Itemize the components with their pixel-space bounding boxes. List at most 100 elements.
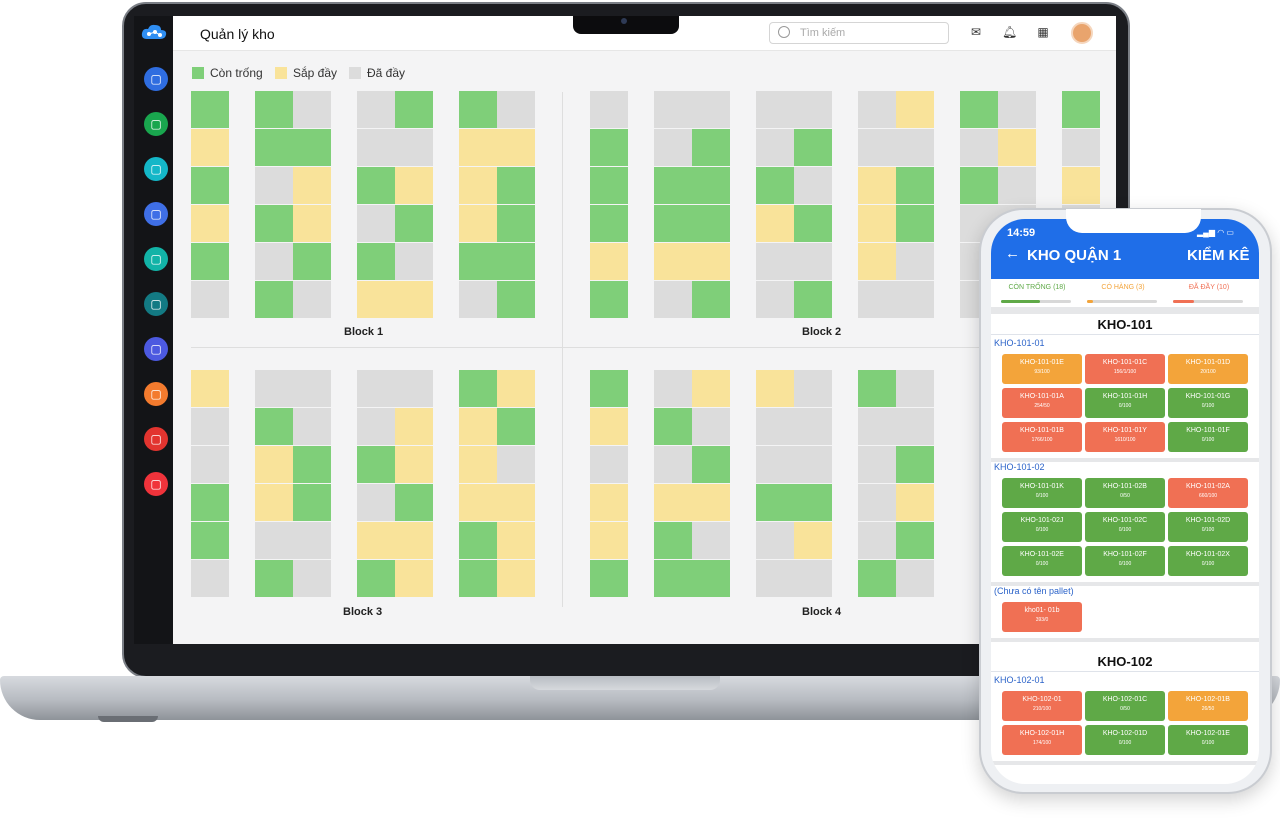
pallet-card[interactable]: KHO-101-02D 0/100 <box>1168 512 1248 542</box>
storage-cell[interactable] <box>896 129 934 166</box>
pallet-card[interactable]: KHO-101-01G 0/100 <box>1168 388 1248 418</box>
storage-cell[interactable] <box>191 129 229 166</box>
users-icon[interactable]: ▢ <box>144 157 168 181</box>
storage-cell[interactable] <box>497 408 535 445</box>
pallet-card[interactable]: KHO-102-01H 174/100 <box>1002 725 1082 755</box>
storage-cell[interactable] <box>459 408 497 445</box>
storage-cell[interactable] <box>692 129 730 166</box>
storage-cell[interactable] <box>293 522 331 559</box>
storage-cell[interactable] <box>794 484 832 521</box>
storage-cell[interactable] <box>998 129 1036 166</box>
storage-cell[interactable] <box>794 446 832 483</box>
storage-cell[interactable] <box>191 408 229 445</box>
storage-cell[interactable] <box>497 91 535 128</box>
storage-cell[interactable] <box>459 560 497 597</box>
storage-cell[interactable] <box>794 129 832 166</box>
storage-cell[interactable] <box>255 484 293 521</box>
storage-cell[interactable] <box>191 205 229 242</box>
storage-cell[interactable] <box>590 446 628 483</box>
storage-cell[interactable] <box>357 205 395 242</box>
storage-cell[interactable] <box>357 243 395 280</box>
storage-cell[interactable] <box>395 522 433 559</box>
storage-cell[interactable] <box>497 446 535 483</box>
storage-cell[interactable] <box>255 281 293 318</box>
storage-cell[interactable] <box>756 560 794 597</box>
storage-cell[interactable] <box>395 446 433 483</box>
storage-cell[interactable] <box>357 560 395 597</box>
pallet-card[interactable]: KHO-101-01F 0/100 <box>1168 422 1248 452</box>
storage-cell[interactable] <box>497 167 535 204</box>
storage-cell[interactable] <box>692 281 730 318</box>
storage-cell[interactable] <box>858 408 896 445</box>
storage-cell[interactable] <box>1062 167 1100 204</box>
storage-cell[interactable] <box>459 522 497 559</box>
pallet-card[interactable]: kho01- 01b 393/0 <box>1002 602 1082 632</box>
storage-cell[interactable] <box>896 167 934 204</box>
storage-cell[interactable] <box>395 370 433 407</box>
storage-cell[interactable] <box>459 129 497 166</box>
storage-cell[interactable] <box>692 91 730 128</box>
storage-cell[interactable] <box>293 560 331 597</box>
pallet-card[interactable]: KHO-101-01B 1766/100 <box>1002 422 1082 452</box>
storage-cell[interactable] <box>654 167 692 204</box>
pallet-card[interactable]: KHO-101-02B 0/50 <box>1085 478 1165 508</box>
storage-cell[interactable] <box>756 446 794 483</box>
pallet-card[interactable]: KHO-102-01B 26/50 <box>1168 691 1248 721</box>
storage-cell[interactable] <box>191 446 229 483</box>
storage-cell[interactable] <box>459 205 497 242</box>
storage-cell[interactable] <box>357 522 395 559</box>
pallet-card[interactable]: KHO-102-01D 0/100 <box>1085 725 1165 755</box>
storage-cell[interactable] <box>255 129 293 166</box>
storage-cell[interactable] <box>293 446 331 483</box>
storage-cell[interactable] <box>756 91 794 128</box>
storage-cell[interactable] <box>590 370 628 407</box>
storage-cell[interactable] <box>858 370 896 407</box>
storage-cell[interactable] <box>255 446 293 483</box>
storage-cell[interactable] <box>654 484 692 521</box>
storage-cell[interactable] <box>255 408 293 445</box>
storage-cell[interactable] <box>590 91 628 128</box>
pallet-card[interactable]: KHO-102-01 210/100 <box>1002 691 1082 721</box>
storage-cell[interactable] <box>255 560 293 597</box>
storage-cell[interactable] <box>794 408 832 445</box>
storage-cell[interactable] <box>692 560 730 597</box>
storage-cell[interactable] <box>357 91 395 128</box>
storage-cell[interactable] <box>794 522 832 559</box>
storage-cell[interactable] <box>459 91 497 128</box>
storage-cell[interactable] <box>255 91 293 128</box>
storage-cell[interactable] <box>459 167 497 204</box>
storage-cell[interactable] <box>654 408 692 445</box>
report-icon[interactable]: ▢ <box>144 382 168 406</box>
storage-cell[interactable] <box>896 446 934 483</box>
mail-icon[interactable]: ✉ <box>969 25 983 39</box>
pallet-card[interactable]: KHO-101-02X 0/100 <box>1168 546 1248 576</box>
storage-cell[interactable] <box>1062 129 1100 166</box>
storage-cell[interactable] <box>692 243 730 280</box>
storage-cell[interactable] <box>293 167 331 204</box>
storage-cell[interactable] <box>654 560 692 597</box>
storage-cell[interactable] <box>395 281 433 318</box>
tab-0[interactable]: CÒN TRỐNG (18) <box>1001 284 1073 291</box>
pallet-card[interactable]: KHO-101-01A 254/50 <box>1002 388 1082 418</box>
storage-cell[interactable] <box>497 205 535 242</box>
storage-cell[interactable] <box>654 91 692 128</box>
building-icon[interactable]: ▢ <box>144 427 168 451</box>
storage-cell[interactable] <box>357 408 395 445</box>
storage-cell[interactable] <box>357 370 395 407</box>
warehouse-icon[interactable]: ▢ <box>144 337 168 361</box>
dashboard-icon[interactable]: ▢ <box>144 67 168 91</box>
storage-cell[interactable] <box>692 167 730 204</box>
storage-cell[interactable] <box>692 408 730 445</box>
storage-cell[interactable] <box>858 91 896 128</box>
storage-cell[interactable] <box>293 243 331 280</box>
back-arrow-icon[interactable]: ← <box>1005 245 1020 262</box>
storage-cell[interactable] <box>858 446 896 483</box>
storage-cell[interactable] <box>590 408 628 445</box>
storage-cell[interactable] <box>191 167 229 204</box>
storage-cell[interactable] <box>960 91 998 128</box>
storage-cell[interactable] <box>756 167 794 204</box>
storage-cell[interactable] <box>1062 91 1100 128</box>
laptop-icon[interactable]: ▢ <box>144 112 168 136</box>
storage-cell[interactable] <box>497 484 535 521</box>
storage-cell[interactable] <box>497 281 535 318</box>
